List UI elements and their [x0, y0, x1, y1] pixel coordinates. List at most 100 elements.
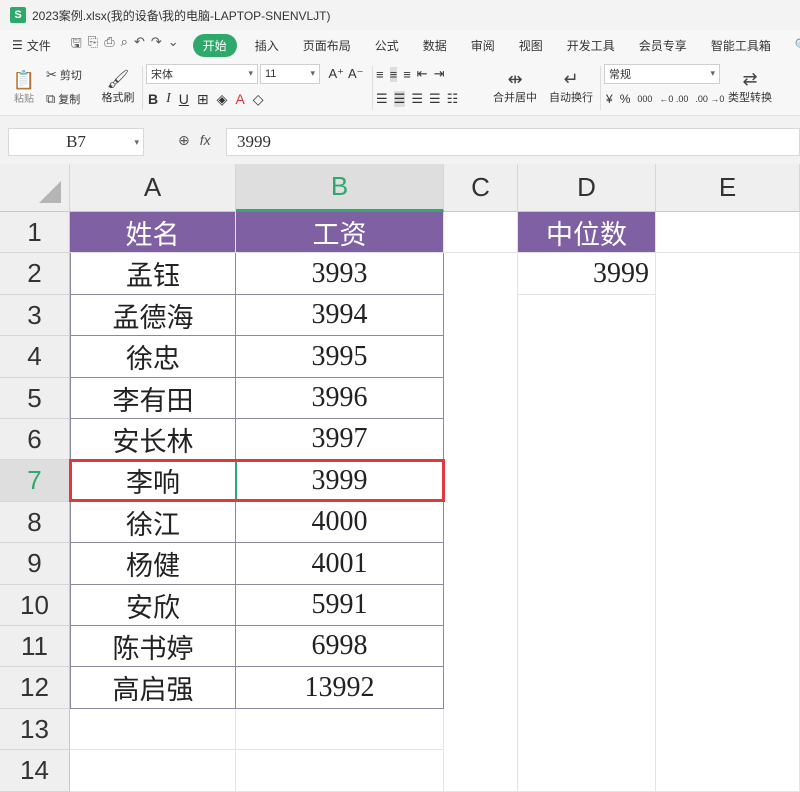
cell-b2[interactable]: 3993: [236, 253, 444, 295]
row-header-8[interactable]: 8: [0, 502, 70, 543]
menu-insert[interactable]: 插入: [243, 37, 291, 54]
align-left-icon[interactable]: ☰: [376, 91, 388, 107]
decrease-decimal-icon[interactable]: .00 →0: [695, 94, 724, 104]
cell-b9[interactable]: 4001: [236, 543, 444, 585]
column-header-e[interactable]: E: [656, 164, 800, 212]
save-icon[interactable]: 🖫: [71, 34, 82, 56]
row-header-7[interactable]: 7: [0, 460, 70, 502]
cell-a8[interactable]: 徐江: [70, 502, 236, 543]
export-icon[interactable]: ⎘: [88, 34, 98, 56]
chevron-down-icon[interactable]: ⌄: [168, 34, 179, 56]
bold-icon[interactable]: B: [148, 91, 158, 107]
cell-b6[interactable]: 3997: [236, 419, 444, 460]
menu-file[interactable]: ☰ 文件: [0, 37, 63, 54]
italic-icon[interactable]: I: [166, 91, 171, 107]
cut-button[interactable]: ✂ 剪切: [46, 66, 82, 84]
row-header-9[interactable]: 9: [0, 543, 70, 585]
decrease-font-icon[interactable]: A⁻: [348, 66, 364, 82]
paste-button[interactable]: 📋 粘贴: [8, 64, 40, 110]
currency-icon[interactable]: ¥: [606, 92, 613, 106]
cell-d2-median-value[interactable]: 3999: [518, 253, 656, 295]
cell-b1-salary-header[interactable]: 工资: [236, 212, 444, 253]
menu-data[interactable]: 数据: [411, 37, 459, 54]
column-header-a[interactable]: A: [70, 164, 236, 212]
increase-font-icon[interactable]: A⁺: [328, 66, 344, 82]
thousands-icon[interactable]: 000: [637, 94, 652, 104]
wrap-text-button[interactable]: ↵ 自动换行: [546, 64, 596, 110]
cell-b12[interactable]: 13992: [236, 667, 444, 709]
column-c-body[interactable]: [444, 253, 518, 792]
row-header-10[interactable]: 10: [0, 585, 70, 626]
column-header-d[interactable]: D: [518, 164, 656, 212]
cell-a10[interactable]: 安欣: [70, 585, 236, 626]
fill-color-icon[interactable]: ◈: [217, 91, 228, 108]
clear-format-icon[interactable]: ◇: [253, 91, 264, 108]
menu-review[interactable]: 审阅: [459, 37, 507, 54]
select-all-corner[interactable]: [0, 164, 70, 212]
cell-a14[interactable]: [70, 750, 236, 792]
menu-member[interactable]: 会员专享: [627, 37, 699, 54]
cell-a2[interactable]: 孟钰: [70, 253, 236, 295]
cell-a6[interactable]: 安长林: [70, 419, 236, 460]
cell-b10[interactable]: 5991: [236, 585, 444, 626]
redo-icon[interactable]: ↷: [151, 34, 162, 56]
row-header-6[interactable]: 6: [0, 419, 70, 460]
cell-a12[interactable]: 高启强: [70, 667, 236, 709]
print-preview-icon[interactable]: ⌕: [121, 34, 128, 56]
cell-e1[interactable]: [656, 212, 800, 253]
cell-a5[interactable]: 李有田: [70, 378, 236, 419]
align-right-icon[interactable]: ☰: [411, 91, 423, 107]
percent-icon[interactable]: %: [620, 92, 631, 106]
align-bottom-icon[interactable]: ≡: [403, 67, 411, 82]
cell-d1-median-header[interactable]: 中位数: [518, 212, 656, 253]
row-header-13[interactable]: 13: [0, 709, 70, 750]
cell-a7[interactable]: 李响: [70, 460, 236, 502]
copy-button[interactable]: ⧉ 复制: [46, 90, 80, 108]
align-middle-icon[interactable]: ≡: [389, 66, 398, 82]
row-header-4[interactable]: 4: [0, 336, 70, 378]
menu-developer[interactable]: 开发工具: [555, 37, 627, 54]
cell-a4[interactable]: 徐忠: [70, 336, 236, 378]
fx-icon[interactable]: fx: [200, 132, 211, 149]
merge-center-button[interactable]: ⇹ 合并居中: [486, 64, 544, 110]
cell-a9[interactable]: 杨健: [70, 543, 236, 585]
indent-decrease-icon[interactable]: ⇤: [417, 66, 428, 82]
search-icon[interactable]: 🔍: [783, 38, 800, 52]
row-header-3[interactable]: 3: [0, 295, 70, 336]
cell-b14[interactable]: [236, 750, 444, 792]
increase-decimal-icon[interactable]: ←0 .00: [659, 94, 688, 104]
row-header-14[interactable]: 14: [0, 750, 70, 792]
cell-a1-name-header[interactable]: 姓名: [70, 212, 236, 253]
type-convert-button[interactable]: ⇄ 类型转换: [722, 64, 778, 110]
justify-icon[interactable]: ☰: [429, 91, 441, 107]
indent-increase-icon[interactable]: ⇥: [434, 66, 445, 82]
zoom-icon[interactable]: ⊕: [178, 132, 190, 149]
cell-a3[interactable]: 孟德海: [70, 295, 236, 336]
row-header-11[interactable]: 11: [0, 626, 70, 667]
font-size-select[interactable]: 11 ▾: [260, 64, 320, 84]
name-box[interactable]: B7 ▾: [8, 128, 144, 156]
menu-view[interactable]: 视图: [507, 37, 555, 54]
menu-home[interactable]: 开始: [192, 33, 237, 57]
border-icon[interactable]: ⊞: [197, 91, 209, 108]
cell-b4[interactable]: 3995: [236, 336, 444, 378]
align-center-icon[interactable]: ☰: [393, 91, 406, 107]
cell-b7-selected[interactable]: 3999: [236, 460, 444, 502]
print-icon[interactable]: ⎙: [104, 34, 114, 56]
row-header-5[interactable]: 5: [0, 378, 70, 419]
align-top-icon[interactable]: ≡: [376, 67, 384, 82]
distributed-icon[interactable]: ☷: [447, 91, 459, 107]
number-format-select[interactable]: 常规 ▾: [604, 64, 720, 84]
font-color-icon[interactable]: A: [235, 91, 244, 107]
cell-b3[interactable]: 3994: [236, 295, 444, 336]
cell-b11[interactable]: 6998: [236, 626, 444, 667]
menu-smart-tools[interactable]: 智能工具箱: [699, 37, 783, 54]
row-header-12[interactable]: 12: [0, 667, 70, 709]
formula-input[interactable]: 3999: [226, 128, 800, 156]
menu-page-layout[interactable]: 页面布局: [291, 37, 363, 54]
column-header-b[interactable]: B: [236, 164, 444, 212]
menu-formulas[interactable]: 公式: [363, 37, 411, 54]
row-header-1[interactable]: 1: [0, 212, 70, 253]
font-name-select[interactable]: 宋体 ▾: [146, 64, 258, 84]
cell-a11[interactable]: 陈书婷: [70, 626, 236, 667]
